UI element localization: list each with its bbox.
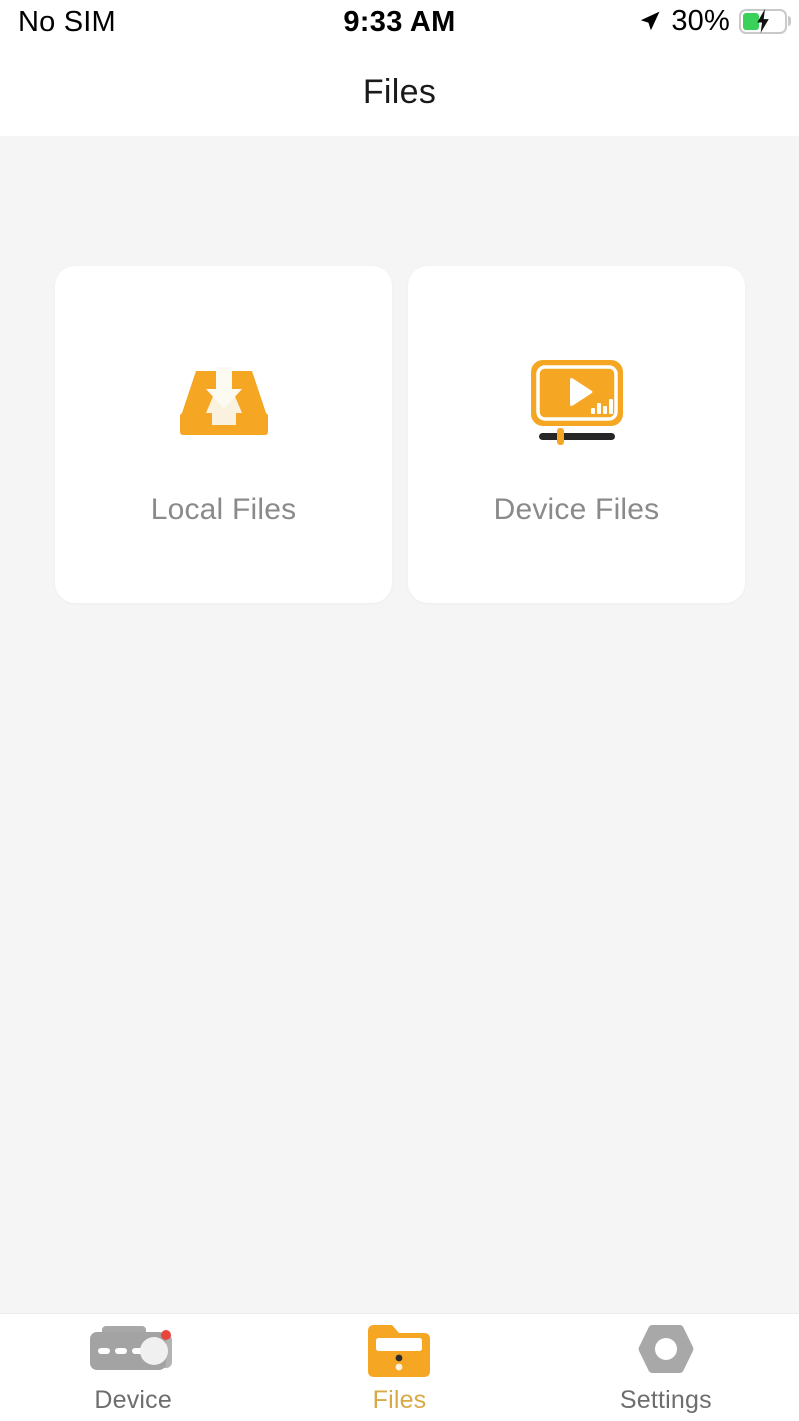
folder-icon bbox=[366, 1324, 432, 1378]
tab-label-device: Device bbox=[94, 1386, 172, 1414]
tab-settings[interactable]: Settings bbox=[533, 1314, 799, 1421]
card-grid: Local Files Device Files bbox=[55, 266, 745, 603]
tab-files[interactable]: Files bbox=[266, 1314, 532, 1421]
page-title: Files bbox=[362, 72, 437, 111]
tab-device[interactable]: Device bbox=[0, 1314, 266, 1421]
hex-nut-icon bbox=[637, 1324, 695, 1378]
dashcam-icon bbox=[86, 1324, 180, 1378]
app-root: No SIM 9:33 AM 30% Files Local Files Dev… bbox=[0, 0, 799, 1421]
card-label-device-files: Device Files bbox=[493, 492, 660, 526]
location-arrow-icon bbox=[638, 9, 662, 33]
inbox-download-icon bbox=[176, 343, 272, 463]
nav-header: Files bbox=[0, 48, 799, 136]
tab-bar: Device Files Settings bbox=[0, 1313, 799, 1421]
card-label-local-files: Local Files bbox=[150, 492, 297, 526]
battery-nub bbox=[787, 16, 791, 26]
battery-percent-label: 30% bbox=[671, 4, 730, 37]
tab-label-settings: Settings bbox=[619, 1386, 712, 1414]
video-player-icon bbox=[525, 343, 629, 463]
tab-label-files: Files bbox=[372, 1386, 427, 1414]
status-bar: No SIM 9:33 AM 30% bbox=[0, 0, 799, 48]
status-indicators: 30% bbox=[638, 4, 791, 38]
card-local-files[interactable]: Local Files bbox=[55, 266, 392, 603]
battery-charging-icon bbox=[739, 8, 791, 34]
card-device-files[interactable]: Device Files bbox=[408, 266, 745, 603]
content-area: Local Files Device Files bbox=[0, 136, 799, 1313]
